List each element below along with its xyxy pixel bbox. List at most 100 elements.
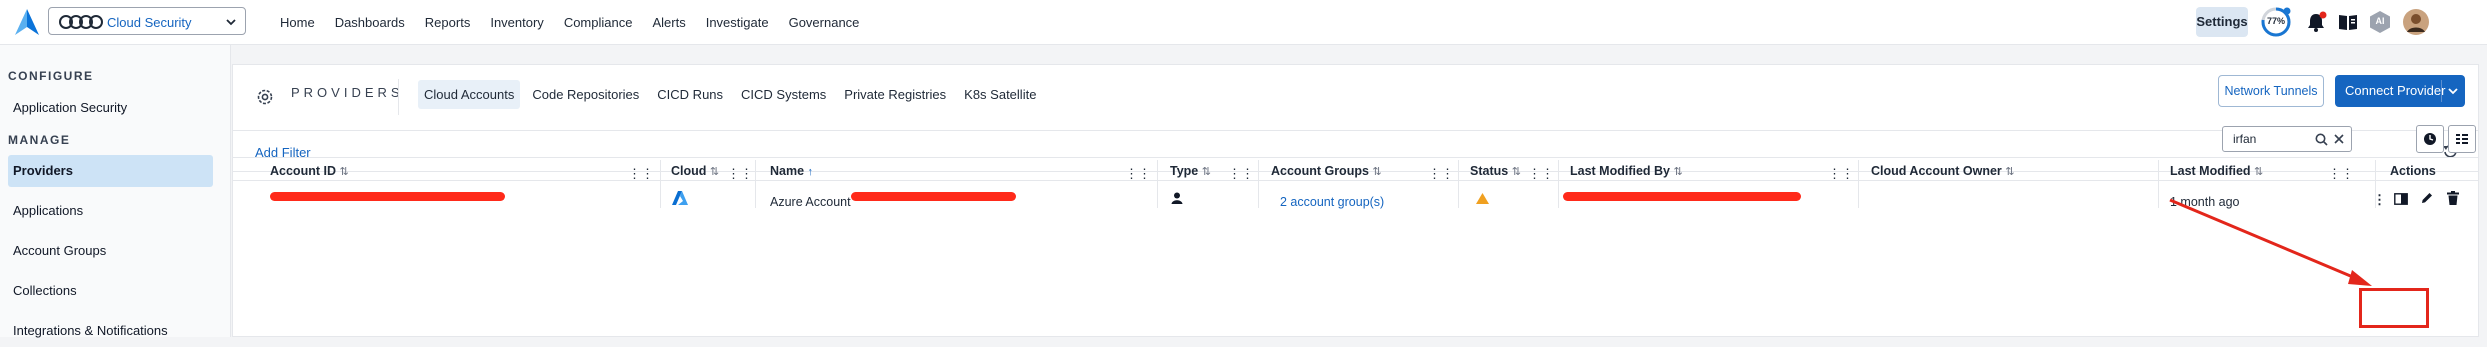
row-name: Azure Account (770, 195, 851, 209)
onboarding-progress[interactable]: 77% (2260, 6, 2292, 38)
col-last-modified[interactable]: Last Modified ⇅ (2170, 164, 2263, 178)
notifications-bell-icon[interactable] (2305, 11, 2327, 33)
column-separator (1858, 160, 1859, 208)
details-panel-icon[interactable] (2394, 193, 2408, 205)
col-account-groups[interactable]: Account Groups ⇅ (1271, 164, 1382, 178)
column-separator (1458, 160, 1459, 208)
redacted-name (851, 192, 1016, 201)
app-logo-icon[interactable] (14, 8, 40, 36)
sidebar-item-application-security[interactable]: Application Security (8, 92, 213, 124)
product-logo-icon (59, 15, 103, 29)
sidebar-item-integrations[interactable]: Integrations & Notifications (8, 315, 213, 347)
sort-icon: ⇅ (1372, 166, 1382, 178)
button-divider (2441, 80, 2442, 102)
col-label: Name (770, 164, 805, 178)
col-label: Last Modified (2170, 164, 2251, 178)
network-tunnels-button[interactable]: Network Tunnels (2218, 75, 2324, 107)
page-title: PROVIDERS (291, 85, 404, 100)
col-label: Status (1470, 164, 1509, 178)
column-separator (660, 160, 661, 208)
nav-compliance[interactable]: Compliance (554, 15, 643, 30)
settings-button[interactable]: Settings (2196, 7, 2248, 37)
ai-badge-label: AI (2375, 16, 2385, 26)
col-actions: Actions (2390, 164, 2436, 178)
column-separator (1157, 160, 1158, 208)
azure-icon (672, 191, 688, 205)
clock-icon (2424, 133, 2436, 145)
col-label: Last Modified By (1570, 164, 1671, 178)
sort-ascending-icon: ↑ (807, 166, 814, 178)
search-icon (2315, 133, 2328, 146)
col-label: Account Groups (1271, 164, 1369, 178)
header-divider (398, 79, 399, 115)
sort-icon: ⇅ (2005, 166, 2015, 178)
nav-governance[interactable]: Governance (779, 15, 870, 30)
account-groups-link[interactable]: 2 account group(s) (1280, 195, 1384, 209)
column-settings-button[interactable] (2448, 125, 2476, 153)
close-icon[interactable] (2333, 133, 2345, 145)
nav-alerts[interactable]: Alerts (642, 15, 695, 30)
warning-icon (1476, 193, 1489, 204)
tab-code-repositories[interactable]: Code Repositories (526, 80, 645, 109)
redacted-last-modified-by (1563, 192, 1801, 201)
table-top-border (233, 157, 2479, 158)
column-separator (755, 160, 756, 208)
tab-cloud-accounts[interactable]: Cloud Accounts (418, 80, 521, 109)
chevron-down-icon[interactable] (2447, 85, 2459, 97)
col-label: Account ID (270, 164, 336, 178)
col-last-modified-by[interactable]: Last Modified By ⇅ (1570, 164, 1683, 178)
col-label: Cloud (671, 164, 707, 178)
col-label: Cloud Account Owner (1871, 164, 2002, 178)
sort-icon: ⇅ (709, 166, 720, 178)
nav-reports[interactable]: Reports (415, 15, 481, 30)
tab-private-registries[interactable]: Private Registries (838, 80, 952, 109)
nav-investigate[interactable]: Investigate (696, 15, 779, 30)
search-input[interactable]: irfan (2222, 126, 2352, 152)
nav-dashboards[interactable]: Dashboards (325, 15, 415, 30)
provider-tabs: Cloud Accounts Code Repositories CICD Ru… (418, 80, 1042, 109)
more-actions-icon[interactable]: ⋮ (2373, 192, 2386, 208)
tab-k8s-satellite[interactable]: K8s Satellite (958, 80, 1042, 109)
search-value: irfan (2233, 132, 2257, 146)
col-cloud-account-owner[interactable]: Cloud Account Owner ⇅ (1871, 164, 2015, 178)
sidebar-item-applications[interactable]: Applications (8, 195, 213, 227)
progress-label: 77% (2266, 16, 2285, 26)
column-separator (2158, 160, 2159, 208)
tab-cicd-runs[interactable]: CICD Runs (651, 80, 729, 109)
user-avatar[interactable] (2402, 8, 2430, 36)
nav-home[interactable]: Home (270, 15, 325, 30)
sidebar-item-account-groups[interactable]: Account Groups (8, 235, 213, 267)
col-name[interactable]: Name ↑ (770, 164, 813, 178)
col-account-id[interactable]: Account ID ⇅ (270, 164, 349, 178)
redacted-account-id (270, 192, 505, 201)
user-icon (1171, 192, 1183, 204)
column-separator (1258, 160, 1259, 208)
column-separator (1558, 160, 1559, 208)
main-nav: Home Dashboards Reports Inventory Compli… (270, 0, 869, 44)
trash-icon[interactable] (2447, 191, 2459, 205)
header-bottom-border (233, 180, 2479, 181)
providers-header: PROVIDERS Cloud Accounts Code Repositori… (233, 65, 2478, 131)
col-label: Type (1170, 164, 1199, 178)
sidebar-item-collections[interactable]: Collections (8, 275, 213, 307)
col-type[interactable]: Type ⇅ (1170, 164, 1211, 178)
col-cloud[interactable]: Cloud ⇅ (671, 164, 719, 178)
columns-icon (2456, 134, 2468, 144)
sort-icon: ⇅ (339, 166, 349, 178)
ai-assistant-icon[interactable]: AI (2368, 10, 2392, 34)
docs-book-icon[interactable] (2337, 11, 2359, 33)
sidebar: CONFIGURE Application Security MANAGE Pr… (0, 45, 231, 338)
connect-provider-button[interactable]: Connect Provider (2335, 75, 2465, 107)
sidebar-item-providers[interactable]: Providers (8, 155, 213, 187)
gear-icon (257, 89, 273, 105)
edit-icon[interactable] (2420, 191, 2434, 205)
refresh-interval-button[interactable] (2416, 125, 2444, 153)
sidebar-section-manage: MANAGE (8, 133, 71, 147)
tab-cicd-systems[interactable]: CICD Systems (735, 80, 832, 109)
nav-inventory[interactable]: Inventory (480, 15, 553, 30)
sort-icon: ⇅ (1673, 166, 1683, 178)
sidebar-section-configure: CONFIGURE (8, 69, 94, 83)
product-switcher[interactable]: Cloud Security (48, 7, 246, 35)
row-last-modified: 1 month ago (2170, 195, 2240, 209)
col-status[interactable]: Status ⇅ (1470, 164, 1521, 178)
